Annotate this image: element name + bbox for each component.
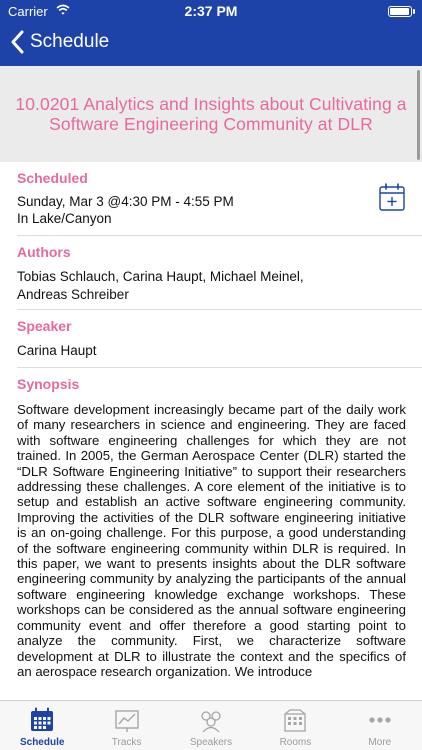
- synopsis-heading: Synopsis: [17, 376, 80, 392]
- scheduled-room: In Lake/Canyon: [17, 211, 112, 226]
- add-to-calendar-button[interactable]: [379, 183, 405, 211]
- battery-icon: [388, 6, 415, 17]
- tab-label: Schedule: [19, 737, 65, 748]
- tab-bar: Schedule Tracks Speakers Rooms More: [0, 700, 422, 750]
- tab-rooms[interactable]: Rooms: [253, 701, 337, 750]
- tab-tracks[interactable]: Tracks: [84, 701, 168, 750]
- more-icon: [369, 717, 391, 723]
- back-label: Schedule: [30, 31, 110, 52]
- tab-label: Speakers: [189, 737, 233, 748]
- status-time: 2:37 PM: [184, 3, 238, 19]
- scheduled-heading: Scheduled: [17, 170, 88, 186]
- top-bar: Carrier 2:37 PM Schedule: [0, 0, 422, 66]
- speaker-name[interactable]: Carina Haupt: [17, 342, 97, 360]
- tab-more[interactable]: More: [338, 701, 422, 750]
- tab-speakers[interactable]: Speakers: [169, 701, 253, 750]
- scheduled-time: Sunday, Mar 3 @4:30 PM - 4:55 PM: [17, 194, 234, 209]
- chevron-left-icon: [11, 30, 24, 54]
- speaker-heading: Speaker: [17, 318, 72, 334]
- session-title-band: 10.0201 Analytics and Insights about Cul…: [0, 66, 422, 162]
- divider: [17, 367, 422, 368]
- speakers-icon: [201, 711, 221, 733]
- rooms-icon: [284, 709, 307, 732]
- divider: [17, 235, 422, 236]
- back-button[interactable]: Schedule: [10, 30, 109, 54]
- synopsis-text: Software development increasingly became…: [17, 402, 406, 679]
- tab-label: Tracks: [111, 737, 142, 748]
- authors-heading: Authors: [17, 244, 71, 260]
- scroll-indicator[interactable]: [417, 70, 420, 160]
- divider: [17, 309, 422, 310]
- calendar-icon: [31, 707, 54, 731]
- battery-level: [390, 8, 409, 15]
- tab-schedule[interactable]: Schedule: [0, 701, 84, 750]
- nav-bar: Schedule: [0, 26, 422, 62]
- tab-label: Rooms: [279, 737, 312, 748]
- status-bar: Carrier 2:37 PM: [0, 0, 422, 22]
- tracks-icon: [114, 710, 139, 732]
- authors-names: Tobias Schlauch, Carina Haupt, Michael M…: [17, 269, 304, 302]
- session-title: 10.0201 Analytics and Insights about Cul…: [15, 94, 407, 134]
- tab-label: More: [368, 737, 392, 748]
